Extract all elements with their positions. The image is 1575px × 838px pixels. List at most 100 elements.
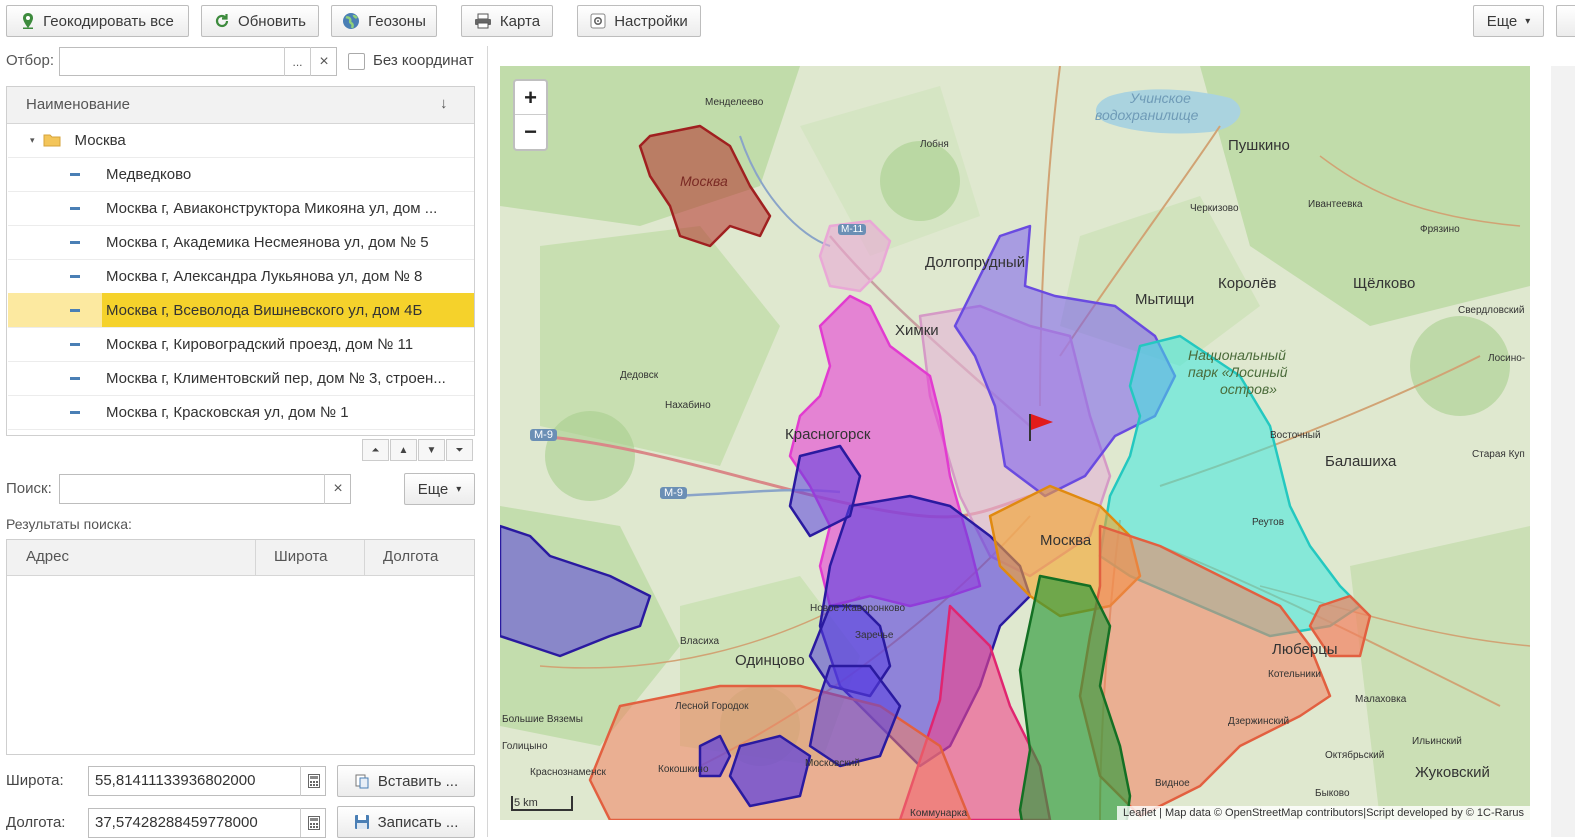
map-label-m9-west: М-9 bbox=[530, 429, 557, 441]
map-label: Карта bbox=[499, 12, 541, 30]
geocode-all-label: Геокодировать все bbox=[43, 12, 174, 30]
item-dash-icon bbox=[70, 342, 80, 346]
map-label-ivanteevka: Ивантеевка bbox=[1308, 199, 1363, 210]
tree-item[interactable]: Медведково bbox=[8, 157, 474, 192]
toolbar-extra-button[interactable] bbox=[1556, 5, 1575, 37]
map-label-oktyabrsky: Октябрьский bbox=[1325, 750, 1385, 761]
folder-icon bbox=[43, 133, 61, 147]
longitude-calc-button[interactable] bbox=[300, 808, 326, 837]
paste-icon bbox=[354, 773, 370, 789]
map-label-natpark-1: Национальный bbox=[1188, 347, 1286, 363]
tree-item[interactable]: Москва г, Академика Несмеянова ул, дом №… bbox=[8, 225, 474, 260]
nav-down-button[interactable]: ▼ bbox=[418, 439, 445, 461]
tree-item-label: Медведково bbox=[106, 165, 192, 183]
zoom-out-button[interactable]: − bbox=[515, 115, 546, 149]
plus-icon: + bbox=[524, 84, 537, 110]
nav-up-icon: ▲ bbox=[398, 444, 409, 456]
geozones-button[interactable]: Геозоны bbox=[331, 5, 437, 37]
refresh-label: Обновить bbox=[238, 12, 306, 30]
no-coords-checkbox[interactable] bbox=[348, 53, 365, 70]
longitude-field[interactable]: 37,57428288459778000 bbox=[88, 808, 326, 838]
latitude-field[interactable]: 55,81411133936802000 bbox=[88, 766, 326, 796]
map-label-cherkizovo: Черкизово bbox=[1190, 203, 1239, 214]
nav-last-icon: ⏷ bbox=[455, 444, 464, 456]
more-button[interactable]: Еще ▾ bbox=[1473, 5, 1544, 37]
map-label-staraya-kupavna: Старая Куп bbox=[1472, 449, 1525, 460]
filter-select-button[interactable]: ... bbox=[284, 47, 310, 76]
tree-item[interactable]: Москва г, Красковская ул, дом № 1 bbox=[8, 395, 474, 430]
results-header: Адрес Широта Долгота bbox=[7, 540, 474, 576]
map-label-vlasikha: Власиха bbox=[680, 636, 720, 647]
tree-header[interactable]: Наименование ↓ bbox=[7, 87, 474, 124]
map-label-natpark-2: парк «Лосиный bbox=[1188, 364, 1288, 380]
tree-item[interactable]: Москва г, Александра Лукьянова ул, дом №… bbox=[8, 259, 474, 294]
search-input[interactable] bbox=[59, 474, 351, 504]
map-label-moscow-center: Москва bbox=[1040, 532, 1092, 549]
save-label: Записать ... bbox=[377, 813, 459, 831]
map-view[interactable]: + − Менделеево Лобня Учинское водохранил… bbox=[500, 66, 1530, 820]
expand-triangle-icon: ▾ bbox=[30, 134, 35, 145]
col-address[interactable]: Адрес bbox=[26, 548, 69, 565]
calculator-icon bbox=[307, 815, 320, 830]
map-label-sverdlovsky: Свердловский bbox=[1458, 305, 1525, 316]
refresh-button[interactable]: Обновить bbox=[201, 5, 319, 37]
tree-item[interactable]: Москва г, Климентовский пер, дом № 3, ст… bbox=[8, 361, 474, 396]
map-label-vostochny: Восточный bbox=[1270, 430, 1321, 441]
map-pin-icon bbox=[21, 12, 35, 30]
map-label-ilyinsky: Ильинский bbox=[1412, 736, 1462, 747]
map-label-moscow-zone: Москва bbox=[680, 173, 728, 189]
attribution-text: Leaflet | Map data © OpenStreetMap contr… bbox=[1122, 807, 1524, 819]
map-label-mendeleevo: Менделеево bbox=[705, 97, 764, 108]
map-label-shchelkovo: Щёлково bbox=[1353, 275, 1416, 292]
col-divider bbox=[255, 540, 256, 575]
tree-item[interactable]: Москва г, Кировоградский проезд, дом № 1… bbox=[8, 327, 474, 362]
map-label-kotelniki: Котельники bbox=[1268, 669, 1321, 680]
nav-last-button[interactable]: ⏷ bbox=[446, 439, 473, 461]
tree-item[interactable]: Москва г, Авиаконструктора Микояна ул, д… bbox=[8, 191, 474, 226]
item-dash-icon bbox=[70, 308, 80, 312]
geozones-label: Геозоны bbox=[368, 12, 426, 30]
map-label-kokoshkino: Кокошкино bbox=[658, 764, 709, 775]
item-dash-icon bbox=[70, 240, 80, 244]
nav-up-button[interactable]: ▲ bbox=[390, 439, 417, 461]
map-label-bykovo: Быково bbox=[1315, 788, 1350, 799]
results-title: Результаты поиска: bbox=[6, 516, 132, 532]
map-label-nakhabino: Нахабино bbox=[665, 400, 711, 411]
settings-button[interactable]: Настройки bbox=[577, 5, 701, 37]
save-button[interactable]: Записать ... bbox=[337, 806, 475, 838]
map-canvas bbox=[500, 66, 1530, 820]
search-more-button[interactable]: Еще ▾ bbox=[404, 473, 475, 505]
globe-icon bbox=[342, 12, 360, 30]
gear-icon bbox=[590, 13, 606, 29]
filter-ellipsis: ... bbox=[292, 54, 303, 69]
latitude-calc-button[interactable] bbox=[300, 766, 326, 796]
tree-group-moscow[interactable]: ▾ Москва bbox=[8, 123, 474, 158]
clear-icon: × bbox=[319, 52, 329, 70]
col-longitude[interactable]: Долгота bbox=[383, 548, 438, 565]
map-label-novoe-zhavoronkovo: Новое Жаворонково bbox=[810, 603, 906, 614]
map-attribution[interactable]: Leaflet | Map data © OpenStreetMap contr… bbox=[1116, 806, 1530, 820]
tree-item-selected[interactable]: Москва г, Всеволода Вишневского ул, дом … bbox=[8, 293, 474, 328]
map-label-losino: Лосино- bbox=[1488, 353, 1526, 364]
refresh-icon bbox=[214, 13, 230, 29]
search-more-label: Еще bbox=[417, 480, 449, 498]
geocode-all-button[interactable]: Геокодировать все bbox=[6, 5, 189, 37]
nav-first-button[interactable]: ⏶ bbox=[362, 439, 389, 461]
map-label-natpark-3: остров» bbox=[1220, 381, 1277, 397]
sort-arrow-icon: ↓ bbox=[440, 95, 448, 112]
zoom-in-button[interactable]: + bbox=[515, 81, 546, 115]
col-latitude[interactable]: Широта bbox=[274, 548, 328, 565]
map-label-golitsyno: Голицыно bbox=[502, 741, 548, 752]
filter-clear-button[interactable]: × bbox=[310, 47, 337, 76]
right-scrollbar[interactable] bbox=[1551, 66, 1575, 837]
search-clear-button[interactable]: × bbox=[324, 474, 351, 504]
no-coords-label: Без координат bbox=[373, 52, 474, 69]
map-label-krasnoznamensk: Краснознаменск bbox=[530, 767, 606, 778]
latitude-label: Широта: bbox=[6, 772, 64, 789]
floppy-icon bbox=[354, 814, 370, 830]
insert-button[interactable]: Вставить ... bbox=[337, 765, 475, 797]
map-button[interactable]: Карта bbox=[461, 5, 553, 37]
map-label-malakhovka: Малаховка bbox=[1355, 694, 1407, 705]
panel-divider bbox=[487, 46, 488, 837]
map-label-dolgoprudny: Долгопрудный bbox=[925, 254, 1026, 271]
